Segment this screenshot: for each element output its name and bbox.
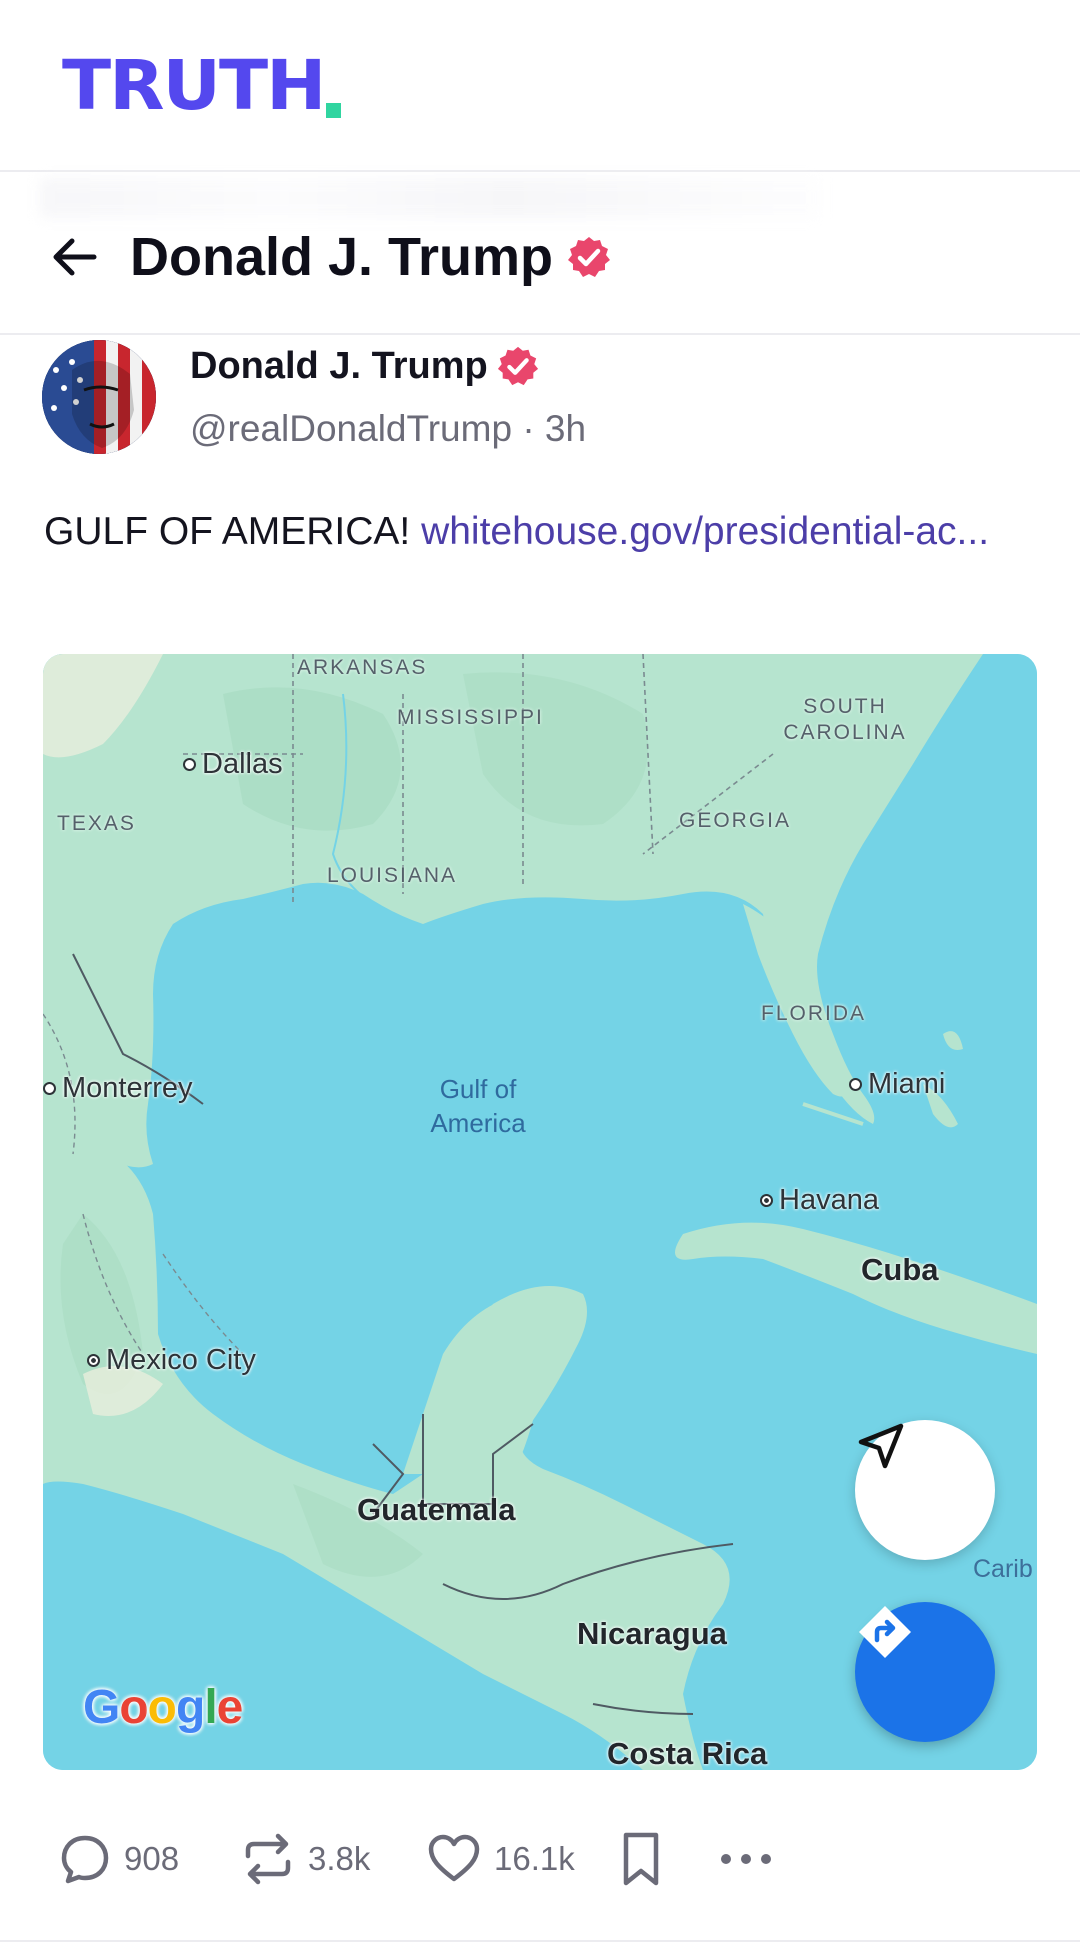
directions-button[interactable]: [855, 1602, 995, 1742]
post-actions: 908 3.8k 16.1k: [0, 1820, 1080, 1898]
navigation-arrow-icon: [858, 1423, 904, 1469]
capital-marker: [87, 1354, 100, 1367]
map-country-guatemala: Guatemala: [357, 1492, 516, 1527]
city-marker: [849, 1078, 862, 1091]
more-icon: [721, 1854, 771, 1864]
city-name: Mexico City: [106, 1344, 256, 1376]
city-name: Monterrey: [62, 1072, 193, 1104]
city-marker: [183, 758, 196, 771]
retruth-button[interactable]: 3.8k: [240, 1828, 370, 1890]
map-label-florida: FLORIDA: [761, 1002, 867, 1025]
capital-marker: [760, 1194, 773, 1207]
reply-count: 908: [124, 1840, 180, 1877]
post-body: GULF OF AMERICA!: [44, 510, 422, 553]
map-label-caribbean: Carib: [973, 1555, 1033, 1583]
map-label-south-carolina: SOUTH CAROLINA: [783, 695, 907, 744]
map-label-louisiana: LOUISIANA: [327, 864, 458, 887]
bookmark-button[interactable]: [618, 1828, 664, 1890]
avatar[interactable]: [42, 340, 156, 454]
like-count: 16.1k: [494, 1840, 575, 1877]
map-country-nicaragua: Nicaragua: [577, 1616, 727, 1651]
more-button[interactable]: [718, 1828, 774, 1890]
like-button[interactable]: 16.1k: [426, 1828, 575, 1890]
city-marker: [43, 1082, 56, 1095]
map-city-havana: Havana: [760, 1184, 879, 1217]
post-text: GULF OF AMERICA! whitehouse.gov/presiden…: [44, 504, 1044, 560]
city-name: Miami: [868, 1068, 946, 1100]
city-name: Havana: [779, 1184, 879, 1216]
arrow-left-icon: [53, 238, 97, 276]
reply-icon: [61, 1835, 109, 1884]
reply-button[interactable]: 908: [58, 1828, 179, 1890]
retruth-icon: [245, 1833, 291, 1885]
map-city-miami: Miami: [849, 1068, 945, 1101]
my-location-button[interactable]: [855, 1420, 995, 1560]
back-button[interactable]: [44, 227, 104, 287]
divider: [0, 1940, 1080, 1942]
heart-icon: [428, 1834, 480, 1882]
map-city-mexico-city: Mexico City: [87, 1344, 256, 1377]
bookmark-icon: [623, 1832, 659, 1886]
map-city-monterrey: Monterrey: [43, 1072, 193, 1105]
map-country-costa-rica: Costa Rica: [607, 1736, 768, 1770]
map-label-arkansas: ARKANSAS: [297, 656, 428, 679]
logo-text: TRUTH: [62, 45, 326, 125]
retruth-count: 3.8k: [308, 1840, 371, 1877]
google-logo: Google: [83, 1681, 243, 1734]
map-preview[interactable]: ARKANSAS MISSISSIPPI SOUTH CAROLINA TEXA…: [43, 654, 1037, 1770]
map-label-texas: TEXAS: [57, 812, 136, 835]
profile-nav-bar: Donald J. Trump: [0, 205, 1080, 335]
app-header: TRUTH: [0, 0, 1080, 172]
author-handle-time[interactable]: @realDonaldTrump · 3h: [190, 406, 586, 452]
map-label-gulf: Gulf of America: [430, 1074, 526, 1138]
author-name[interactable]: Donald J. Trump: [190, 343, 488, 389]
post-link[interactable]: whitehouse.gov/presidential-ac...: [421, 510, 989, 553]
logo-dot: [326, 103, 342, 118]
map-label-mississippi: MISSISSIPPI: [397, 706, 544, 729]
page-title: Donald J. Trump: [130, 227, 554, 287]
truth-logo[interactable]: TRUTH: [62, 45, 342, 125]
city-name: Dallas: [202, 748, 283, 780]
map-label-georgia: GEORGIA: [679, 809, 792, 832]
map-city-dallas: Dallas: [183, 748, 283, 781]
verified-badge-icon: [566, 235, 612, 286]
map-country-cuba: Cuba: [861, 1252, 939, 1287]
directions-icon: [859, 1606, 911, 1658]
verified-badge-icon: [496, 345, 540, 394]
